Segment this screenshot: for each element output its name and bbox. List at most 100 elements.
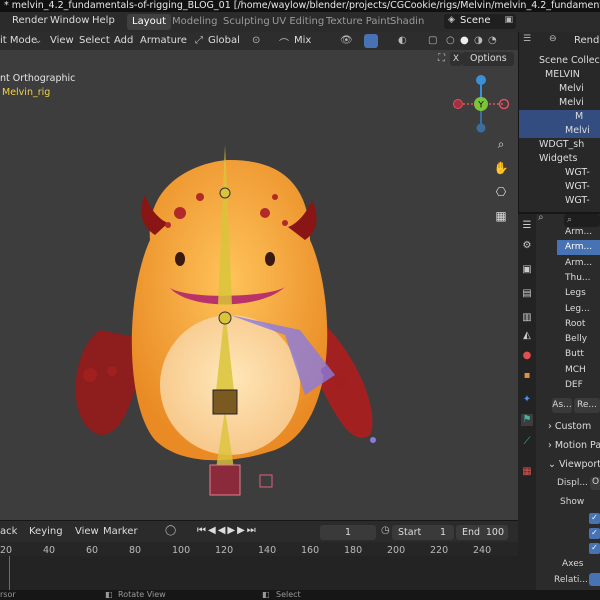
marker-menu[interactable]: Marker [103,526,138,537]
options-dropdown[interactable]: Options [462,52,514,66]
snap-mode-dropdown[interactable]: Mix [294,35,311,46]
melvin-character [75,145,376,496]
playback-menu[interactable]: ack [0,526,17,537]
z-axis-handle [476,75,486,85]
tab-shading[interactable]: Shadin [385,14,429,30]
world-icon[interactable]: ● [521,350,533,362]
timeline-view-menu[interactable]: View [75,526,99,537]
record-icon[interactable]: ◯ [165,525,176,536]
editor-type-icon[interactable]: ☰ [523,34,531,44]
status-select: Select [276,590,301,599]
close-icon[interactable]: X [450,52,462,66]
bone-icon[interactable]: ⟋ [521,436,533,448]
outliner-row[interactable]: WGT- [519,194,600,208]
grid-icon[interactable]: ▦ [491,206,511,226]
material-shading-icon[interactable]: ◑ [474,35,483,46]
x-axis-handle [498,98,510,110]
visibility-icon[interactable]: 👁 [340,35,353,46]
bone-collection-item[interactable]: Legs [557,286,600,301]
menu-add[interactable]: Add [114,35,133,46]
outliner-row[interactable]: WGT- [519,180,600,194]
outliner-row[interactable]: Melvi [519,82,600,96]
bone-collection-item[interactable]: Arm... [557,225,600,240]
magnet-icon[interactable]: ⌒ [279,35,289,50]
frame-tick: 220 [430,545,449,556]
frame-tick: 240 [473,545,492,556]
remove-button[interactable]: Re... [574,398,600,413]
outliner-row[interactable]: Widgets [519,152,600,166]
3d-viewport[interactable]: nt Orthographic Melvin_rig ⛶ X Options Y… [0,50,518,520]
rendered-shading-icon[interactable]: ◔ [488,35,497,46]
filter-icon[interactable]: ⊖ [549,34,557,44]
bone-collection-item[interactable]: Thu... [557,271,600,286]
object-icon[interactable]: ▪ [521,370,533,382]
pivot-icon[interactable]: ⊙ [252,35,260,46]
show-checkbox-3[interactable]: ✓ [589,543,600,554]
texture-icon[interactable]: ▦ [521,466,533,478]
bone-collection-item[interactable]: Butt [557,347,600,362]
tab-modeling[interactable]: Modeling [167,14,223,30]
menu-select[interactable]: Select [79,35,110,46]
menu-window[interactable]: Window [50,15,89,26]
tab-layout[interactable]: Layout [127,14,171,30]
playback-controls-icon[interactable]: ⏮◀◀▶▶⏭ [197,525,258,536]
bone-collection-item[interactable]: Leg... [557,302,600,317]
menu-view[interactable]: View [50,35,74,46]
view-layer-icon[interactable]: ▥ [521,312,533,324]
tool-icon[interactable]: ⚙ [521,240,533,252]
wireframe-shading-icon[interactable]: ○ [446,35,455,46]
modifier-icon[interactable]: ✦ [521,394,533,406]
bone-collection-item[interactable]: DEF [557,378,600,393]
bone-collection-item[interactable]: Arm... [557,240,600,256]
render-icon[interactable]: ▣ [521,264,533,276]
gizmo-toggle-icon[interactable] [364,34,378,48]
fullscreen-icon[interactable]: ⛶ [438,53,445,64]
tab-uv-editing[interactable]: UV Editing [267,14,329,30]
outliner-row[interactable]: MELVIN [519,68,600,82]
xray-icon[interactable]: ▢ [428,35,437,46]
outliner-row[interactable]: M [519,110,600,124]
orientation-dropdown[interactable]: Global [208,35,240,46]
menu-render[interactable]: Render [12,15,48,26]
bone-collection-item[interactable]: Arm... [557,256,600,271]
pan-hand-icon[interactable]: ✋ [491,158,511,178]
solid-shading-icon[interactable]: ● [460,35,469,46]
outliner-row[interactable]: Melvi [519,96,600,110]
scene-icon[interactable]: ◭ [521,330,533,342]
armature-data-icon[interactable]: ⚑ [521,414,533,426]
output-icon[interactable]: ▤ [521,288,533,300]
menu-help[interactable]: Help [92,15,115,26]
outliner-row[interactable]: Scene Collect [519,54,600,68]
show-checkbox-2[interactable]: ✓ [589,528,600,539]
scene-browse-icon[interactable]: ▣ [504,15,513,25]
properties-tabs: ☰ ⚙ ▣ ▤ ▥ ◭ ● ▪ ✦ ⚑ ⟋ ▦ [518,214,536,600]
end-frame-field[interactable]: End 100 [456,525,508,540]
assign-button[interactable]: As... [552,398,572,413]
menu-armature[interactable]: Armature [140,35,187,46]
outliner-row[interactable]: Melvi [519,124,600,138]
current-frame-field[interactable]: 1 [320,525,376,540]
bone-collection-item[interactable]: Root [557,317,600,332]
bone-collection-item[interactable]: Belly [557,332,600,347]
panel-motion-paths[interactable]: › Motion Pat [548,437,600,455]
y-axis-label: Y [477,101,484,111]
outliner-row[interactable]: WGT- [519,166,600,180]
panel-custom[interactable]: › Custom [548,418,600,436]
keying-menu[interactable]: Keying [29,526,63,537]
search-icon-properties[interactable]: ⌕ [538,212,544,223]
timeline-area[interactable]: 20 40 60 80 100 120 140 160 180 200 220 240 [0,542,518,590]
mode-selector[interactable]: it Mode [0,35,37,46]
panel-viewport-display[interactable]: ⌄ Viewport D [548,456,600,474]
bone-collection-item[interactable]: MCH [557,363,600,378]
show-checkbox-1[interactable]: ✓ [589,513,600,524]
scene-selector[interactable]: ◈ Scene ▣ [444,14,516,29]
camera-icon[interactable]: ⎔ [491,182,511,202]
overlay-icon[interactable]: ◐ [398,35,407,46]
relation-field[interactable] [589,573,600,586]
zoom-icon[interactable]: ⌕ [491,134,511,154]
outliner-row[interactable]: WDGT_sh [519,138,600,152]
editor-type-icon[interactable]: ☰ [521,220,533,232]
display-as-dropdown[interactable]: O [590,477,600,490]
playhead[interactable] [9,556,10,590]
start-frame-field[interactable]: Start 1 [392,525,454,540]
